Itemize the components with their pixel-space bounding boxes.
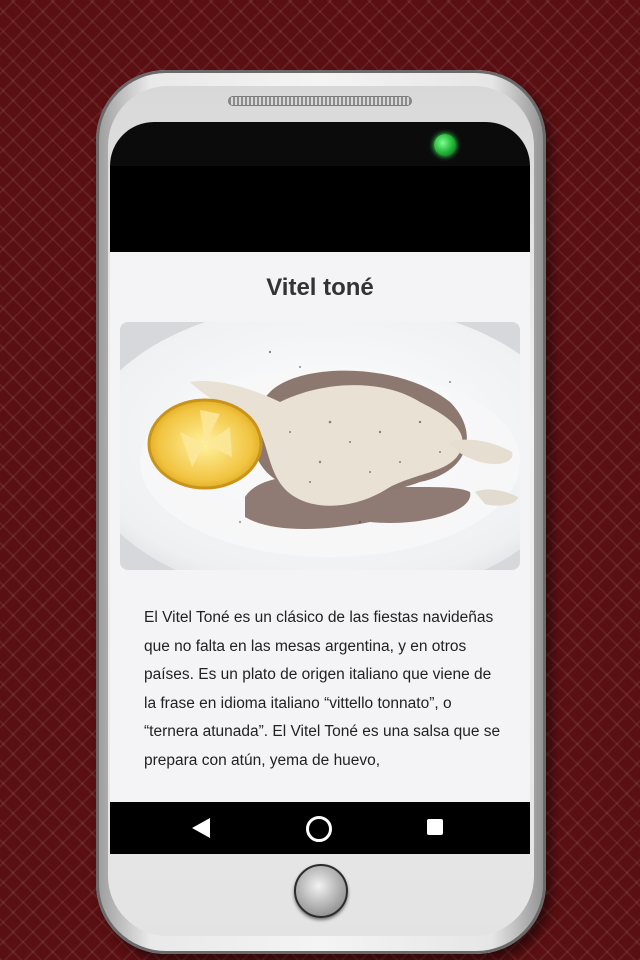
home-circle-icon[interactable]	[306, 816, 332, 842]
recent-square-icon[interactable]	[427, 819, 443, 835]
physical-home-button[interactable]	[294, 864, 348, 918]
screen-top-bezel	[110, 122, 530, 166]
recipe-content[interactable]: Vitel toné El Vitel Toné es un clásico d…	[110, 252, 530, 802]
navigation-bar	[110, 802, 530, 854]
dish-photo	[120, 322, 520, 570]
phone-speaker-grille	[228, 96, 412, 106]
back-triangle-icon[interactable]	[192, 818, 210, 838]
status-bar	[110, 166, 530, 252]
page-title: Vitel toné	[266, 274, 374, 301]
recipe-description: El Vitel Toné es un clásico de las fiest…	[144, 609, 501, 769]
notification-led	[434, 134, 456, 156]
phone-screen: Vitel toné El Vitel Toné es un clásico d…	[110, 166, 530, 854]
